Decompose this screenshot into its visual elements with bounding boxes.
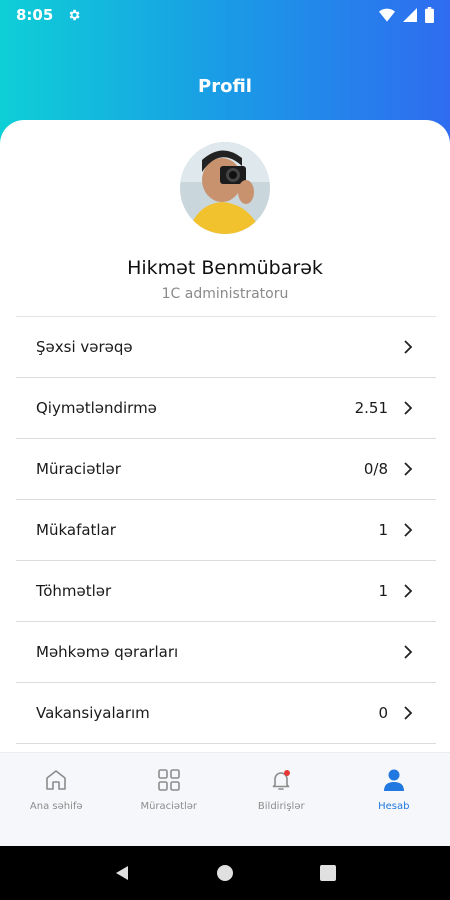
menu-item-personal-sheet[interactable]: Şəxsi vərəqə [16, 317, 436, 378]
avatar[interactable] [180, 142, 270, 234]
nav-label: Müraciətlər [140, 801, 198, 812]
menu-item-label: Şəxsi vərəqə [36, 338, 133, 356]
menu-item-value: 0 [378, 704, 388, 722]
chevron-right-icon [404, 523, 413, 537]
back-icon[interactable] [113, 864, 131, 882]
avatar-photo [180, 142, 270, 234]
chevron-right-icon [404, 645, 413, 659]
settings-gear-icon [69, 9, 80, 21]
bottom-nav: Ana səhifə Müraciətlər Bildirişlər Hesab [0, 752, 450, 846]
chevron-right-icon [404, 584, 413, 598]
chevron-right-icon [404, 706, 413, 720]
menu-item-value: 2.51 [354, 399, 388, 417]
status-bar: 8:05 [0, 0, 450, 30]
profile-menu: Şəxsi vərəqə Qiymətləndirmə 2.51 Müraciə… [16, 316, 436, 744]
wifi-icon [379, 8, 395, 22]
nav-label: Hesab [378, 801, 410, 812]
menu-item-value: 1 [378, 582, 388, 600]
signal-icon [403, 8, 417, 22]
profile-role: 1C administratoru [161, 286, 289, 302]
nav-label: Bildirişlər [257, 801, 305, 812]
page-title: Profil [198, 76, 252, 97]
user-icon [383, 769, 404, 791]
profile-name: Hikmət Benmübarək [127, 257, 323, 279]
nav-item-account[interactable]: Hesab [338, 753, 450, 846]
menu-item-court-decisions[interactable]: Məhkəmə qərarları [16, 622, 436, 683]
nav-item-notifications[interactable]: Bildirişlər [225, 753, 338, 846]
nav-label: Ana səhifə [29, 801, 83, 812]
grid-icon [157, 769, 180, 791]
chevron-right-icon [404, 340, 413, 354]
status-time: 8:05 [16, 6, 54, 24]
chevron-right-icon [404, 401, 413, 415]
menu-item-label: Qiymətləndirmə [36, 399, 157, 417]
menu-item-label: Mükafatlar [36, 521, 116, 539]
menu-item-rewards[interactable]: Mükafatlar 1 [16, 500, 436, 561]
android-nav-bar [0, 846, 450, 900]
battery-icon [425, 7, 434, 23]
chevron-right-icon [404, 462, 413, 476]
menu-item-evaluation[interactable]: Qiymətləndirmə 2.51 [16, 378, 436, 439]
recents-icon[interactable] [319, 864, 337, 882]
menu-item-label: Vakansiyalarım [36, 704, 150, 722]
menu-item-label: Müraciətlər [36, 460, 121, 478]
menu-item-reprimands[interactable]: Töhmətlər 1 [16, 561, 436, 622]
menu-item-vacancies[interactable]: Vakansiyalarım 0 [16, 683, 436, 744]
profile-card: Hikmət Benmübarək 1C administratoru Şəxs… [0, 120, 450, 752]
menu-item-value: 1 [378, 521, 388, 539]
nav-item-home[interactable]: Ana səhifə [0, 753, 113, 846]
menu-item-label: Məhkəmə qərarları [36, 643, 179, 661]
notification-dot [284, 770, 291, 776]
home-button-icon[interactable] [216, 864, 234, 882]
bell-icon [272, 770, 291, 790]
nav-item-requests[interactable]: Müraciətlər [113, 753, 226, 846]
home-icon [46, 770, 67, 790]
menu-item-label: Töhmətlər [36, 582, 112, 600]
menu-item-requests[interactable]: Müraciətlər 0/8 [16, 439, 436, 500]
menu-item-value: 0/8 [363, 460, 388, 478]
